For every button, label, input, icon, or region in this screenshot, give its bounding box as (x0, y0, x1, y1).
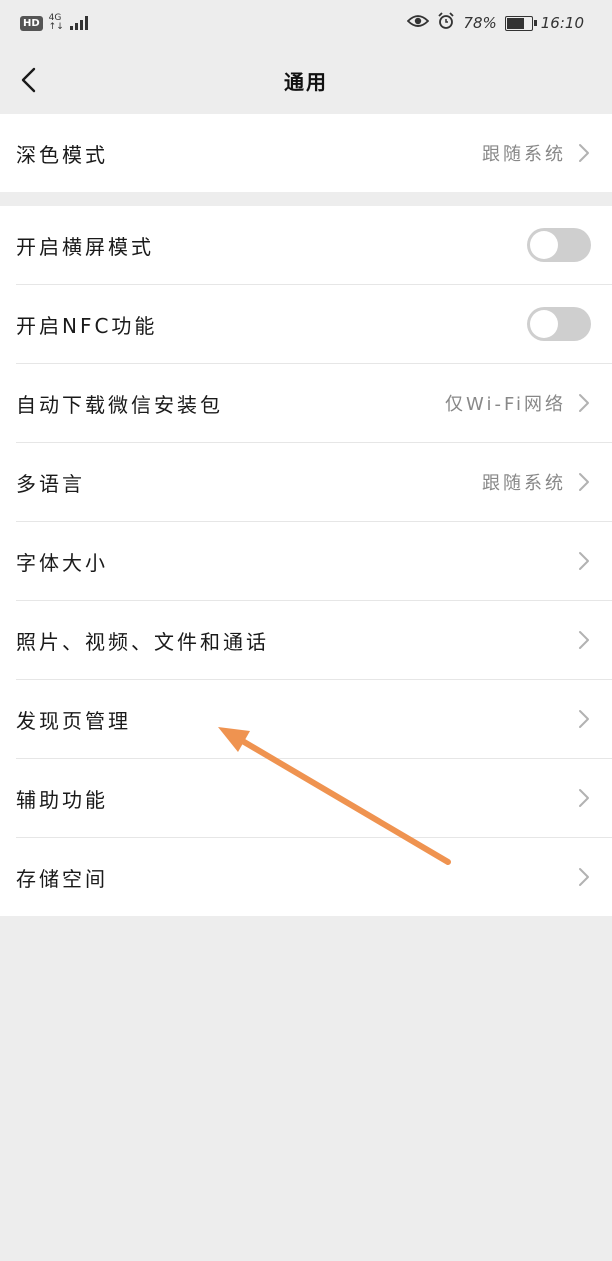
battery-percent: 78% (463, 14, 497, 32)
chevron-right-icon (578, 867, 590, 887)
signal-icon (69, 16, 88, 30)
landscape-mode-toggle[interactable] (527, 228, 591, 262)
row-label: 照片、视频、文件和通话 (16, 629, 269, 654)
row-value: 跟随系统 (482, 473, 566, 494)
toggle-knob (530, 310, 558, 338)
status-bar: HD 4G ↑↓ 78% 16:10 (0, 0, 612, 46)
page-title: 通用 (284, 69, 328, 94)
network-activity: ↑↓ (48, 22, 64, 32)
chevron-left-icon (21, 67, 36, 93)
chevron-right-icon (578, 551, 590, 571)
row-label: 多语言 (16, 471, 85, 496)
nfc-toggle[interactable] (527, 307, 591, 341)
row-label: 开启横屏模式 (16, 234, 154, 259)
storage-row[interactable]: 存储空间 (16, 837, 612, 916)
auto-download-row[interactable]: 自动下载微信安装包 仅Wi-Fi网络 (16, 363, 612, 442)
eye-icon (407, 14, 430, 32)
nfc-row: 开启NFC功能 (16, 284, 612, 363)
chevron-right-icon (578, 143, 590, 163)
row-right: 仅Wi-Fi网络 (445, 390, 590, 416)
chevron-right-icon (578, 788, 590, 808)
settings-group-general: 开启横屏模式 开启NFC功能 自动下载微信安装包 仅Wi-Fi网络 多语言 跟随… (0, 206, 612, 916)
row-right: 跟随系统 (482, 140, 590, 166)
row-right: 跟随系统 (482, 469, 590, 495)
row-value: 仅Wi-Fi网络 (445, 394, 566, 415)
language-row[interactable]: 多语言 跟随系统 (16, 442, 612, 521)
nav-bar: 通用 (0, 46, 612, 114)
row-label: 字体大小 (16, 550, 108, 575)
row-label: 开启NFC功能 (16, 313, 158, 338)
chevron-right-icon (578, 630, 590, 650)
dark-mode-row[interactable]: 深色模式 跟随系统 (16, 114, 612, 192)
row-value: 跟随系统 (482, 144, 566, 165)
status-left: HD 4G ↑↓ (20, 14, 88, 32)
landscape-mode-row: 开启横屏模式 (16, 206, 612, 284)
chevron-right-icon (578, 393, 590, 413)
row-label: 深色模式 (16, 142, 108, 167)
row-label: 辅助功能 (16, 787, 108, 812)
accessibility-row[interactable]: 辅助功能 (16, 758, 612, 837)
chevron-right-icon (578, 472, 590, 492)
row-label: 发现页管理 (16, 708, 131, 733)
row-label: 自动下载微信安装包 (16, 392, 223, 417)
media-files-calls-row[interactable]: 照片、视频、文件和通话 (16, 600, 612, 679)
chevron-right-icon (578, 709, 590, 729)
back-button[interactable] (8, 60, 48, 100)
battery-icon (504, 15, 537, 31)
status-right: 78% 16:10 (407, 12, 584, 34)
clock: 16:10 (540, 14, 584, 32)
settings-group-display: 深色模式 跟随系统 (0, 114, 612, 192)
network-indicator: 4G ↑↓ (49, 14, 64, 32)
font-size-row[interactable]: 字体大小 (16, 521, 612, 600)
hd-badge: HD (20, 15, 43, 31)
alarm-icon (437, 12, 455, 34)
row-label: 存储空间 (16, 866, 108, 891)
discover-management-row[interactable]: 发现页管理 (16, 679, 612, 758)
toggle-knob (530, 231, 558, 259)
